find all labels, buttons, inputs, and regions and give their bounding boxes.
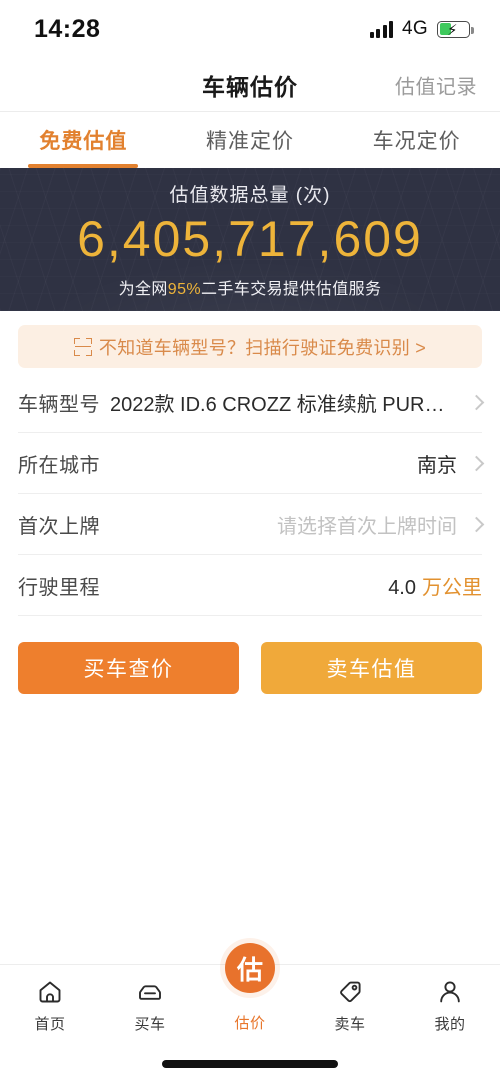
form-label: 首次上牌 (18, 515, 100, 538)
banner-subtitle-suffix: 二手车交易提供估值服务 (201, 280, 382, 298)
form-row-first-registration[interactable]: 首次上牌 请选择首次上牌时间 (18, 494, 485, 555)
person-icon (435, 978, 465, 1006)
form-row-mileage[interactable]: 行驶里程 4.0 万公里 (18, 555, 482, 616)
page-title: 车辆估价 (202, 73, 298, 100)
valuation-form: 车辆型号 2022款 ID.6 CROZZ 标准续航 PURE版 所在城市 南京… (0, 372, 500, 616)
nav-item-home[interactable]: 首页 (0, 965, 100, 1047)
scan-banner-label: 不知道车辆型号？扫描行驶证免费识别 > (98, 337, 427, 358)
scan-banner-wrapper: 不知道车辆型号？扫描行驶证免费识别 > (0, 311, 500, 372)
mileage-unit: 万公里 (422, 576, 482, 599)
banner-label: 估值数据总量 (次) (169, 185, 331, 207)
page-header: 车辆估价 估值记录 (0, 58, 500, 112)
appraise-badge-text: 估 (236, 954, 263, 985)
status-bar: 14:28 4G ⚡ (0, 0, 500, 58)
network-type-label: 4G (402, 18, 428, 39)
home-indicator (162, 1060, 338, 1068)
tab-label: 车况定价 (372, 130, 461, 153)
signal-bars-icon (369, 20, 394, 38)
banner-subtitle: 为全网95%二手车交易提供估值服务 (77, 275, 423, 299)
chevron-right-icon (468, 394, 485, 410)
mileage-value: 4.0 (388, 576, 416, 599)
stats-banner: 估值数据总量 (次) 6,405,717,609 为全网95%二手车交易提供估值… (0, 168, 500, 311)
nav-item-sell-car[interactable]: 卖车 (300, 965, 400, 1047)
banner-subtitle-prefix: 为全网 (118, 280, 168, 298)
action-buttons: 买车查价 卖车估值 (0, 616, 500, 694)
tab-label: 免费估值 (39, 130, 128, 153)
chevron-right-icon (468, 516, 485, 532)
battery-charging-icon: ⚡ (437, 20, 474, 39)
app-screen: 14:28 4G ⚡ 车辆估价 估值记录 免费估值 精准定价 车况定价 估值数据… (0, 0, 500, 1082)
car-icon (135, 978, 165, 1006)
nav-label: 我的 (434, 1016, 466, 1033)
form-label: 行驶里程 (18, 576, 100, 599)
nav-item-profile[interactable]: 我的 (400, 965, 500, 1047)
tab-label: 精准定价 (206, 130, 294, 153)
city-value: 南京 (417, 454, 457, 477)
banner-subtitle-percent: 95% (167, 280, 201, 298)
valuation-records-link[interactable]: 估值记录 (395, 70, 477, 99)
form-label: 车辆型号 (18, 393, 100, 416)
form-row-city[interactable]: 所在城市 南京 (18, 433, 485, 494)
status-time: 14:28 (34, 14, 101, 43)
form-label: 所在城市 (18, 454, 100, 477)
valuation-total-count: 6,405,717,609 (77, 211, 423, 268)
buy-price-check-button[interactable]: 买车查价 (18, 642, 239, 694)
tab-free-valuation[interactable]: 免费估值 (0, 112, 167, 168)
status-indicators: 4G ⚡ (369, 18, 474, 40)
car-model-value: 2022款 ID.6 CROZZ 标准续航 PURE版 (110, 393, 457, 416)
form-row-car-model[interactable]: 车辆型号 2022款 ID.6 CROZZ 标准续航 PURE版 (18, 372, 485, 433)
nav-label: 估价 (234, 1015, 266, 1032)
tab-precise-pricing[interactable]: 精准定价 (167, 112, 334, 168)
scan-license-banner[interactable]: 不知道车辆型号？扫描行驶证免费识别 > (18, 325, 482, 368)
nav-item-appraise[interactable]: 估 估价 (200, 943, 300, 1047)
first-registration-value: 请选择首次上牌时间 (277, 515, 457, 538)
tab-condition-pricing[interactable]: 车况定价 (333, 112, 500, 168)
home-icon (35, 978, 65, 1006)
chevron-right-icon (468, 455, 485, 471)
nav-item-buy-car[interactable]: 买车 (100, 965, 200, 1047)
appraise-badge-icon: 估 (225, 943, 275, 993)
tag-icon (335, 978, 365, 1006)
scan-frame-icon (73, 337, 92, 356)
bottom-navigation: 首页 买车 估 估价 卖车 我的 (0, 943, 500, 1082)
sell-valuation-button[interactable]: 卖车估值 (261, 642, 482, 694)
nav-label: 买车 (134, 1016, 166, 1033)
nav-label: 卖车 (334, 1016, 366, 1033)
tab-bar: 免费估值 精准定价 车况定价 (0, 112, 500, 168)
nav-label: 首页 (34, 1016, 66, 1033)
mileage-value-wrapper: 4.0 万公里 (110, 571, 482, 600)
